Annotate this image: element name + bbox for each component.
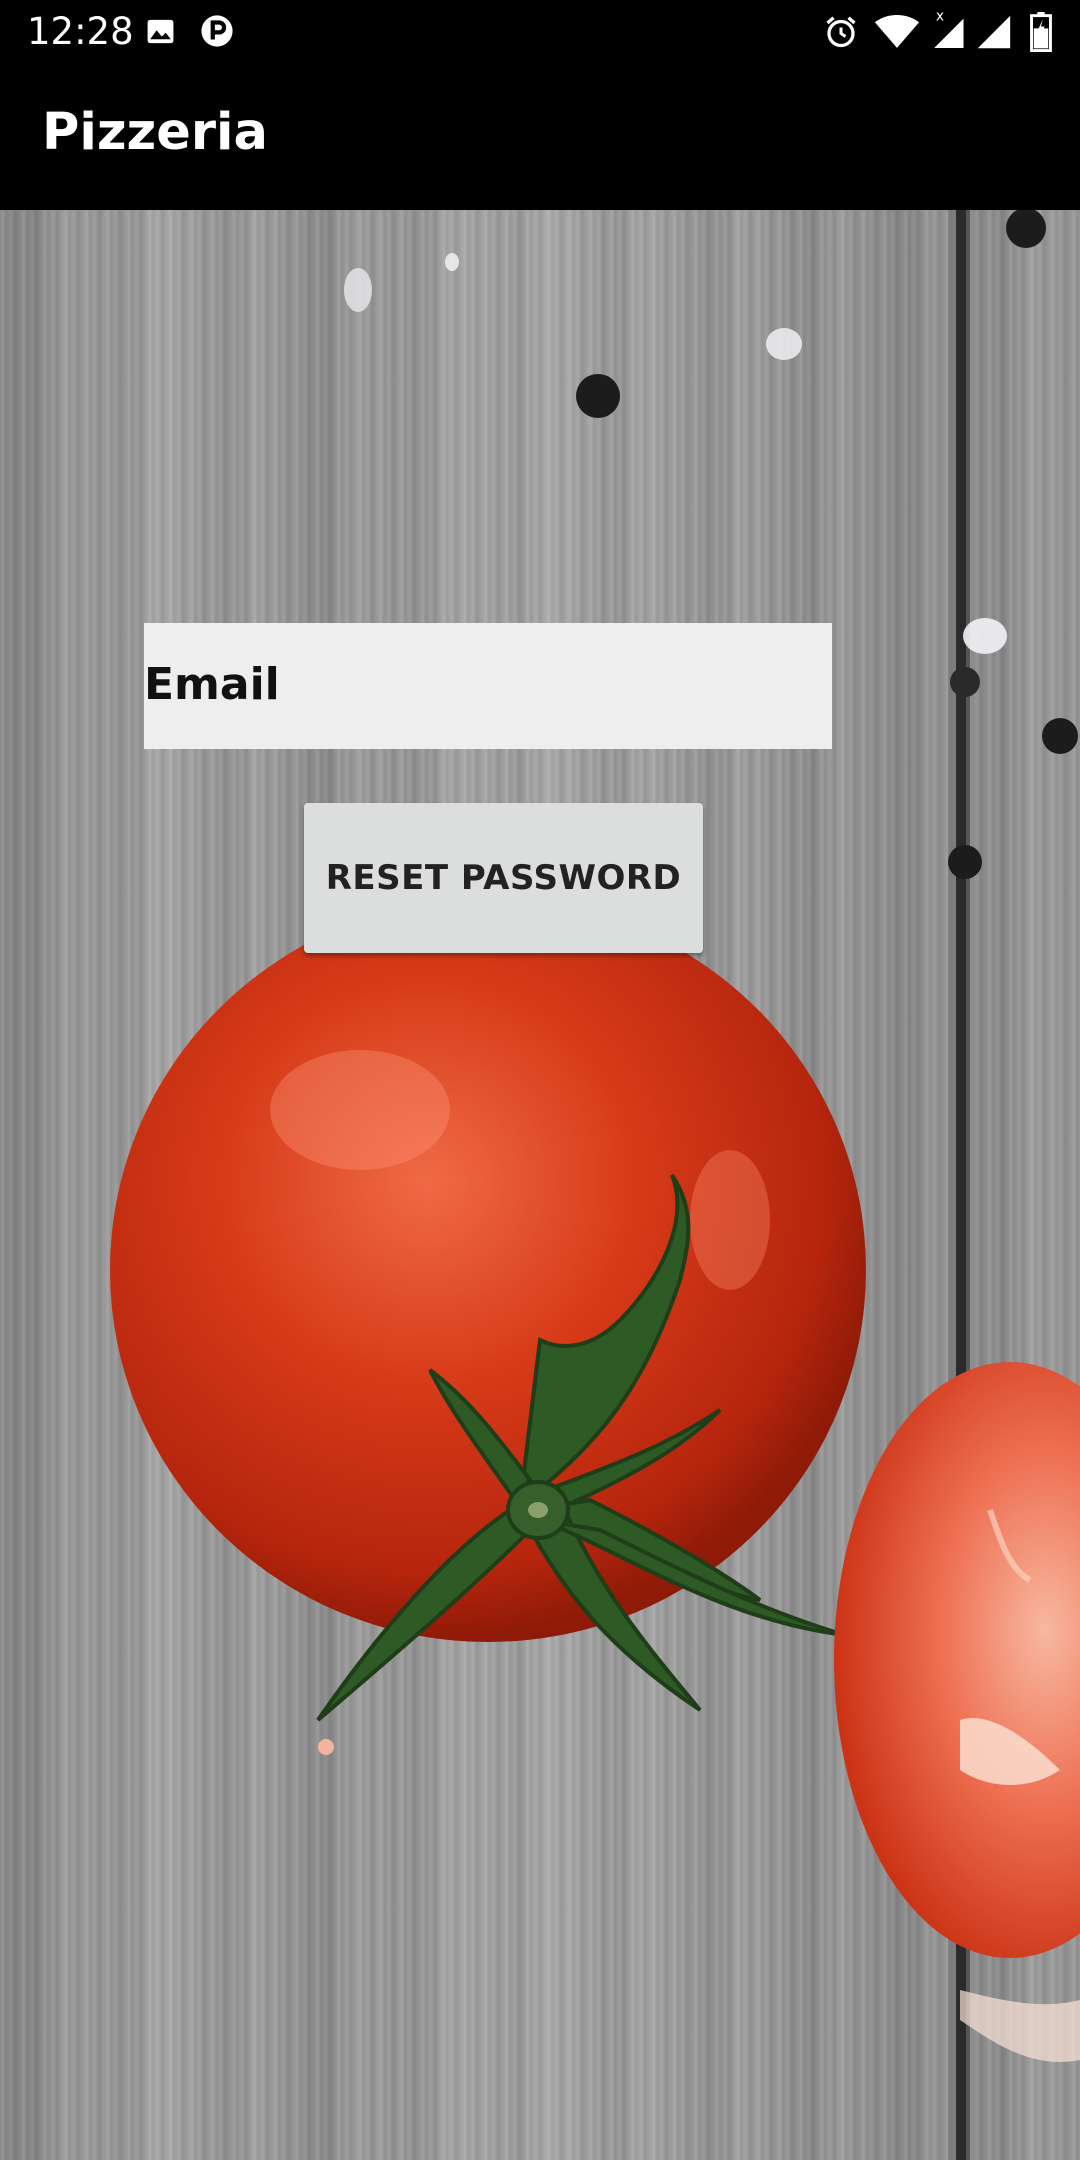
email-placeholder: Email [144,659,280,710]
parking-app-icon [200,14,234,48]
battery-icon [1030,12,1052,52]
screen: 12:28 x Pizzeria Email RESET PASSWORD [0,0,1080,2160]
status-bar: 12:28 x [0,0,1080,63]
signal-x-icon: x [929,8,967,50]
tomato-photo [110,210,1080,2160]
reset-password-button[interactable]: RESET PASSWORD [304,803,703,953]
signal-icon [976,14,1012,50]
image-notification-icon [145,16,176,47]
svg-text:x: x [936,8,944,24]
reset-password-label: RESET PASSWORD [325,858,682,898]
alarm-icon [823,14,859,50]
app-bar: Pizzeria [0,63,1080,210]
status-time: 12:28 [27,10,134,53]
wifi-icon [874,14,920,50]
email-field[interactable]: Email [144,623,832,749]
app-title: Pizzeria [42,103,268,162]
background-image [0,210,1080,2160]
